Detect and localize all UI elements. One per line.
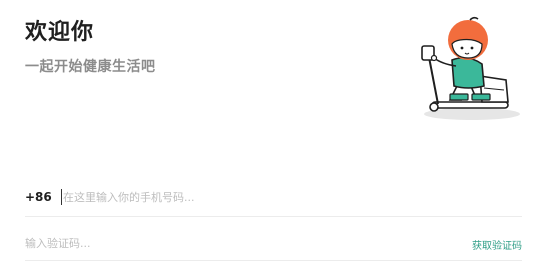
pedal-shape [449, 93, 469, 101]
hair-tuft [469, 16, 479, 21]
country-code-selector[interactable]: +86 [25, 190, 52, 204]
page-title: 欢迎你 [25, 20, 95, 45]
phone-row: +86 [25, 180, 522, 217]
shirt-shape [451, 56, 485, 89]
shadow-shape [424, 108, 520, 120]
login-page: 欢迎你 一起开始健康生活吧 +86 在这里输入你的手机号码... 输入验证码..… [0, 0, 541, 264]
phone-input[interactable] [63, 186, 503, 208]
text-caret [61, 189, 62, 205]
get-code-button[interactable]: 获取验证码 [472, 237, 522, 252]
page-subtitle: 一起开始健康生活吧 [25, 59, 156, 75]
verify-code-row: 获取验证码 [25, 226, 522, 261]
machine-wheel [429, 102, 439, 112]
person-on-elliptical-illustration [421, 16, 520, 120]
verify-code-input[interactable] [25, 232, 385, 254]
machine-base [431, 101, 509, 109]
